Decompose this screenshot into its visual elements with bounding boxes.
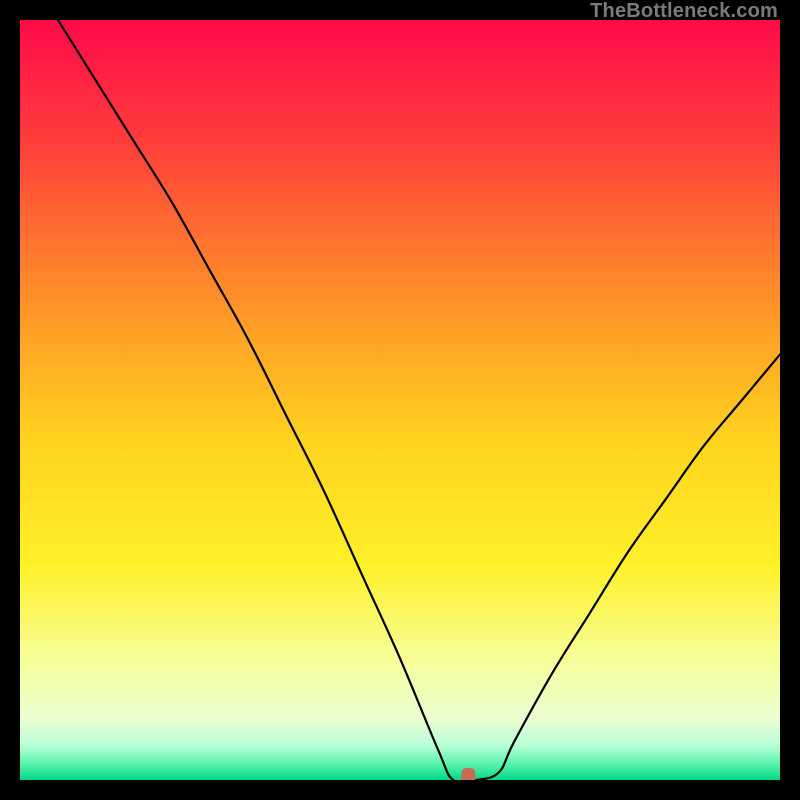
gradient-background xyxy=(20,20,780,780)
minimum-marker xyxy=(461,768,475,780)
chart-frame: TheBottleneck.com xyxy=(0,0,800,800)
plot-area xyxy=(20,20,780,780)
bottleneck-chart xyxy=(20,20,780,780)
